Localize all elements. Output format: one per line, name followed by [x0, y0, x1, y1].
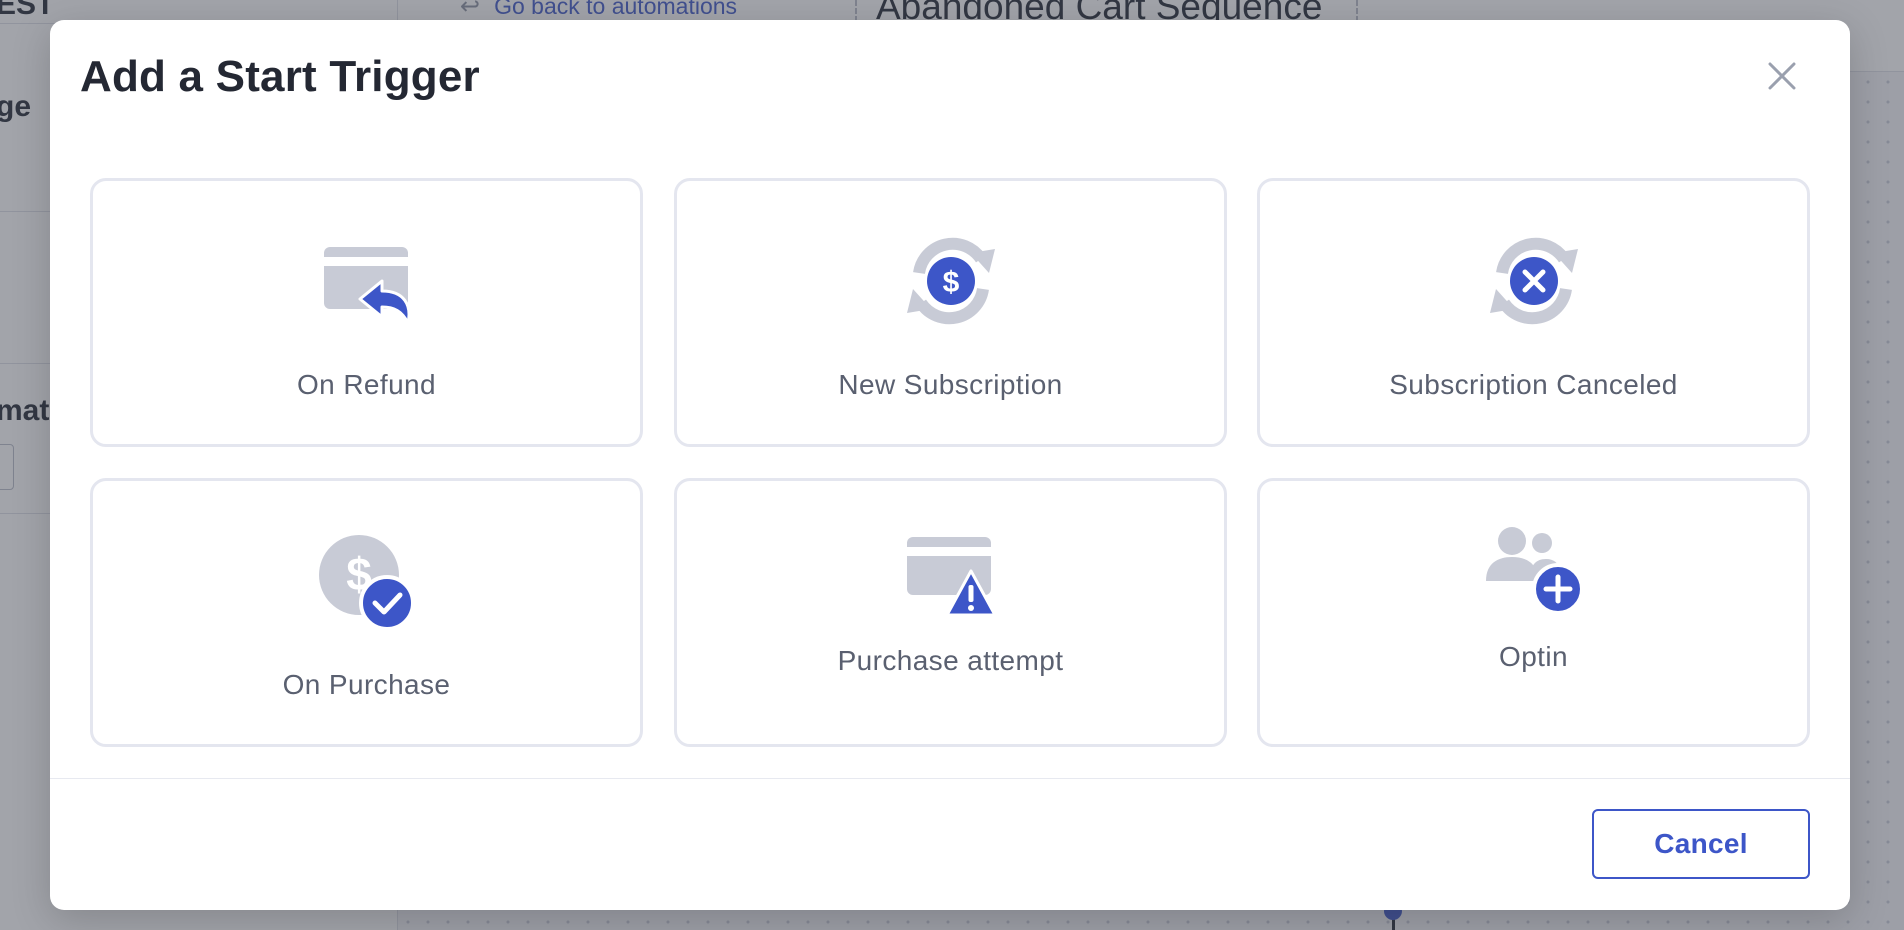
- add-start-trigger-modal: Add a Start Trigger On Refund $ New Subs…: [50, 20, 1850, 910]
- trigger-card-purchase-attempt[interactable]: Purchase attempt: [674, 478, 1227, 747]
- modal-footer-divider: [50, 778, 1850, 779]
- subscription-dollar-icon: $: [901, 231, 1001, 331]
- trigger-label: On Purchase: [282, 669, 451, 700]
- trigger-label: Optin: [1499, 641, 1568, 672]
- trigger-card-on-purchase[interactable]: $ On Purchase: [90, 478, 643, 747]
- trigger-label: Subscription Canceled: [1389, 369, 1678, 400]
- trigger-label: New Subscription: [838, 369, 1063, 400]
- trigger-label: Purchase attempt: [837, 645, 1064, 676]
- subscription-canceled-icon: [1484, 231, 1584, 331]
- svg-text:$: $: [942, 266, 959, 299]
- close-icon: [1764, 58, 1800, 94]
- trigger-card-subscription-canceled[interactable]: Subscription Canceled: [1257, 178, 1810, 447]
- refund-card-icon: [322, 245, 412, 325]
- purchase-check-icon: $: [318, 535, 415, 631]
- trigger-label: On Refund: [296, 369, 437, 400]
- optin-user-add-icon: [1484, 523, 1584, 615]
- close-button[interactable]: [1764, 58, 1800, 94]
- cancel-button[interactable]: Cancel: [1592, 809, 1810, 879]
- modal-title: Add a Start Trigger: [80, 52, 480, 101]
- purchase-warning-icon: [905, 535, 997, 619]
- trigger-card-optin[interactable]: Optin: [1257, 478, 1810, 747]
- trigger-card-on-refund[interactable]: On Refund: [90, 178, 643, 447]
- trigger-card-new-subscription[interactable]: $ New Subscription: [674, 178, 1227, 447]
